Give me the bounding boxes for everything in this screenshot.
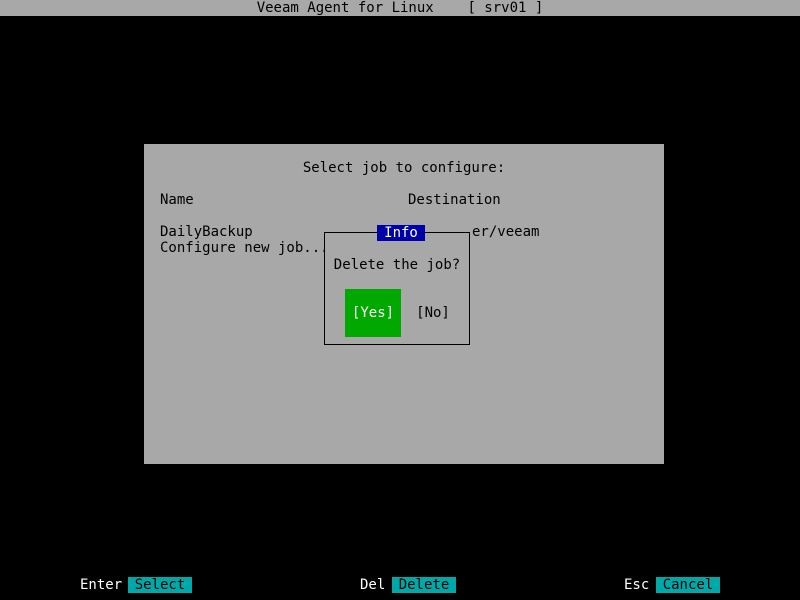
- dialog-title: Info: [377, 225, 425, 241]
- select-button[interactable]: Select: [128, 577, 192, 593]
- job-row-destination: er/veeam: [472, 224, 540, 240]
- hotkey-enter-key: Enter: [80, 577, 123, 593]
- column-header-destination: Destination: [408, 192, 501, 208]
- delete-confirm-dialog: Info Delete the job? [Yes] [No]: [324, 225, 470, 345]
- delete-button[interactable]: Delete: [392, 577, 456, 593]
- dialog-message: Delete the job?: [333, 257, 461, 273]
- column-header-name: Name: [160, 192, 194, 208]
- configure-new-job-item[interactable]: Configure new job...: [160, 240, 329, 256]
- yes-button[interactable]: [Yes]: [345, 289, 401, 337]
- terminal-screen: Veeam Agent for Linux [ srv01 ] Select j…: [0, 0, 800, 600]
- no-button[interactable]: [No]: [413, 289, 453, 337]
- hotkey-del-key: Del: [360, 577, 386, 593]
- hotkey-esc-key: Esc: [624, 577, 650, 593]
- panel-heading: Select job to configure:: [302, 160, 506, 176]
- title-bar: Veeam Agent for Linux [ srv01 ]: [0, 0, 800, 16]
- job-row-name[interactable]: DailyBackup: [160, 224, 253, 240]
- cancel-button[interactable]: Cancel: [656, 577, 720, 593]
- host-label: [ srv01 ]: [467, 0, 544, 16]
- app-title: Veeam Agent for Linux: [256, 0, 434, 16]
